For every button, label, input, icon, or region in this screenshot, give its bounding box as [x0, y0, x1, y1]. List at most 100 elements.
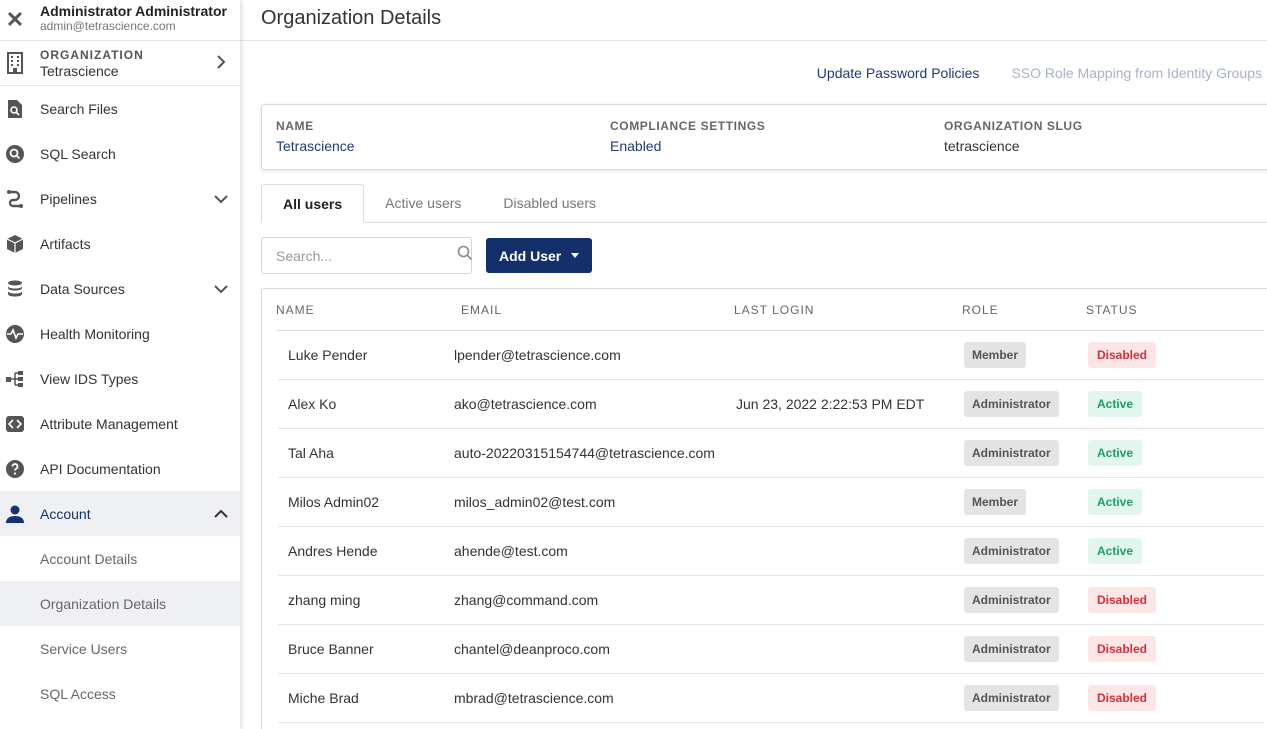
cell-email: ahende@test.com: [454, 543, 568, 559]
header-role[interactable]: ROLE: [962, 303, 1086, 317]
tab-active-users[interactable]: Active users: [364, 183, 482, 222]
cell-name: Luke Pender: [288, 347, 368, 363]
sidebar-item-pipelines[interactable]: Pipelines: [0, 176, 240, 221]
database-icon: [0, 279, 30, 299]
cell-name: zhang ming: [288, 592, 361, 608]
role-badge: Member: [964, 342, 1027, 368]
users-table: NAME EMAIL LAST LOGIN ROLE STATUS Luke P…: [261, 288, 1267, 729]
main-content: Organization Details Update Password Pol…: [240, 0, 1267, 729]
sidebar-item-attribute-management[interactable]: Attribute Management: [0, 401, 240, 446]
cell-email: ako@tetrascience.com: [454, 396, 597, 412]
organization-slug-value: tetrascience: [944, 138, 1020, 154]
sso-role-mapping-link: SSO Role Mapping from Identity Groups: [1011, 64, 1262, 81]
sidebar-item-search-files[interactable]: Search Files: [0, 86, 240, 131]
cell-name: Milos Admin02: [288, 494, 380, 510]
compliance-settings-value[interactable]: Enabled: [610, 138, 944, 154]
table-row[interactable]: Miche Brad mbrad@tetrascience.com Administ…: [278, 674, 1264, 723]
building-icon: [0, 52, 30, 74]
sidebar-item-label: Account: [40, 505, 91, 522]
cube-icon: [0, 234, 30, 254]
role-badge: Administrator: [964, 636, 1059, 662]
sidebar-subitem-service-users[interactable]: Service Users: [0, 626, 240, 671]
status-badge: Disabled: [1088, 685, 1157, 711]
sidebar-item-label: Search Files: [40, 100, 118, 117]
user-name: Administrator Administrator: [40, 3, 227, 19]
status-badge: Active: [1088, 538, 1143, 564]
sidebar-item-label: API Documentation: [40, 460, 161, 477]
sidebar-item-label: SQL Search: [40, 145, 116, 162]
role-badge: Administrator: [964, 391, 1059, 417]
add-user-button[interactable]: Add User: [486, 238, 593, 273]
cell-name: Bruce Banner: [288, 641, 374, 657]
table-row[interactable]: zhang ming zhang@command.com Administrator…: [278, 576, 1264, 625]
chevron-up-icon[interactable]: [214, 506, 228, 524]
sidebar-item-label: Artifacts: [40, 235, 91, 252]
sidebar-item-view-ids-types[interactable]: View IDS Types: [0, 356, 240, 401]
magnifier-icon: [0, 144, 30, 164]
header-last-login[interactable]: LAST LOGIN: [734, 303, 962, 317]
chevron-down-icon[interactable]: [214, 191, 228, 209]
sidebar-item-label: View IDS Types: [40, 370, 139, 387]
cell-email: auto-20220315154744@tetrascience.com: [454, 445, 715, 461]
table-row[interactable]: Luke Pender lpender@tetrascience.com Membe…: [278, 331, 1264, 380]
chevron-down-icon[interactable]: [214, 281, 228, 299]
header-email[interactable]: EMAIL: [461, 303, 734, 317]
cell-name: Tal Aha: [288, 445, 334, 461]
role-badge: Member: [964, 489, 1027, 515]
code-icon: [0, 414, 30, 434]
header-status[interactable]: STATUS: [1086, 303, 1206, 317]
user-header: ✕ Administrator Administrator admin@tetr…: [0, 0, 240, 41]
org-name-value[interactable]: Tetrascience: [276, 138, 610, 154]
status-badge: Disabled: [1088, 342, 1157, 368]
add-user-label: Add User: [499, 247, 562, 264]
sidebar-subitem-account-details[interactable]: Account Details: [0, 536, 240, 581]
sidebar-item-label: Health Monitoring: [40, 325, 150, 342]
table-row[interactable]: Andres Hende ahende@test.com Administrator…: [278, 527, 1264, 576]
header-name[interactable]: NAME: [276, 303, 461, 317]
sidebar-subitem-organization-details[interactable]: Organization Details: [0, 581, 240, 626]
cell-name: Alex Ko: [288, 396, 337, 412]
sidebar-item-label: Pipelines: [40, 190, 97, 207]
search-file-icon: [0, 99, 30, 119]
table-row[interactable]: Bruce Banner chantel@deanproco.com Adminis…: [278, 625, 1264, 674]
update-password-policies-link[interactable]: Update Password Policies: [817, 65, 980, 81]
user-filter-tabs: All users Active users Disabled users: [261, 184, 1267, 223]
sidebar-item-label: Attribute Management: [40, 415, 178, 432]
cell-email: lpender@tetrascience.com: [454, 347, 621, 363]
caret-down-icon: [571, 253, 580, 258]
status-badge: Disabled: [1088, 636, 1157, 662]
search-input[interactable]: [276, 247, 457, 264]
chevron-right-icon: [216, 54, 226, 75]
cell-email: milos_admin02@test.com: [454, 494, 616, 510]
sidebar: ✕ Administrator Administrator admin@tetr…: [0, 0, 240, 729]
sidebar-item-api-documentation[interactable]: API Documentation: [0, 446, 240, 491]
cell-name: Miche Brad: [288, 690, 359, 706]
users-toolbar: Add User: [261, 223, 1267, 288]
tab-all-users[interactable]: All users: [261, 184, 365, 223]
table-row[interactable]: Tal Aha auto-20220315154744@tetrascience.…: [278, 429, 1264, 478]
status-badge: Active: [1088, 391, 1143, 417]
compliance-settings-label: COMPLIANCE SETTINGS: [610, 119, 766, 133]
status-badge: Disabled: [1088, 587, 1157, 613]
status-badge: Active: [1088, 489, 1143, 515]
page-title: Organization Details: [240, 0, 1267, 41]
status-badge: Active: [1088, 440, 1143, 466]
hierarchy-icon: [0, 369, 30, 389]
table-row[interactable]: Alex Ko ako@tetrascience.com Jun 23, 2022 …: [278, 380, 1264, 429]
sidebar-item-sql-search[interactable]: SQL Search: [0, 131, 240, 176]
table-row[interactable]: Milos Admin02 milos_admin02@test.com Membe…: [278, 478, 1264, 527]
role-badge: Administrator: [964, 587, 1059, 613]
organization-name: Tetrascience: [40, 62, 119, 79]
search-icon[interactable]: [457, 245, 473, 266]
sidebar-subitem-sql-access[interactable]: SQL Access: [0, 671, 240, 716]
sidebar-item-artifacts[interactable]: Artifacts: [0, 221, 240, 266]
question-icon: [0, 459, 30, 479]
close-icon[interactable]: ✕: [0, 0, 30, 40]
organization-label: ORGANIZATION: [40, 47, 144, 62]
tab-disabled-users[interactable]: Disabled users: [482, 183, 617, 222]
sidebar-item-account[interactable]: Account: [0, 491, 240, 536]
sidebar-item-data-sources[interactable]: Data Sources: [0, 266, 240, 311]
organization-selector[interactable]: ORGANIZATION Tetrascience: [0, 41, 240, 86]
sidebar-item-health-monitoring[interactable]: Health Monitoring: [0, 311, 240, 356]
heartbeat-icon: [0, 324, 30, 344]
